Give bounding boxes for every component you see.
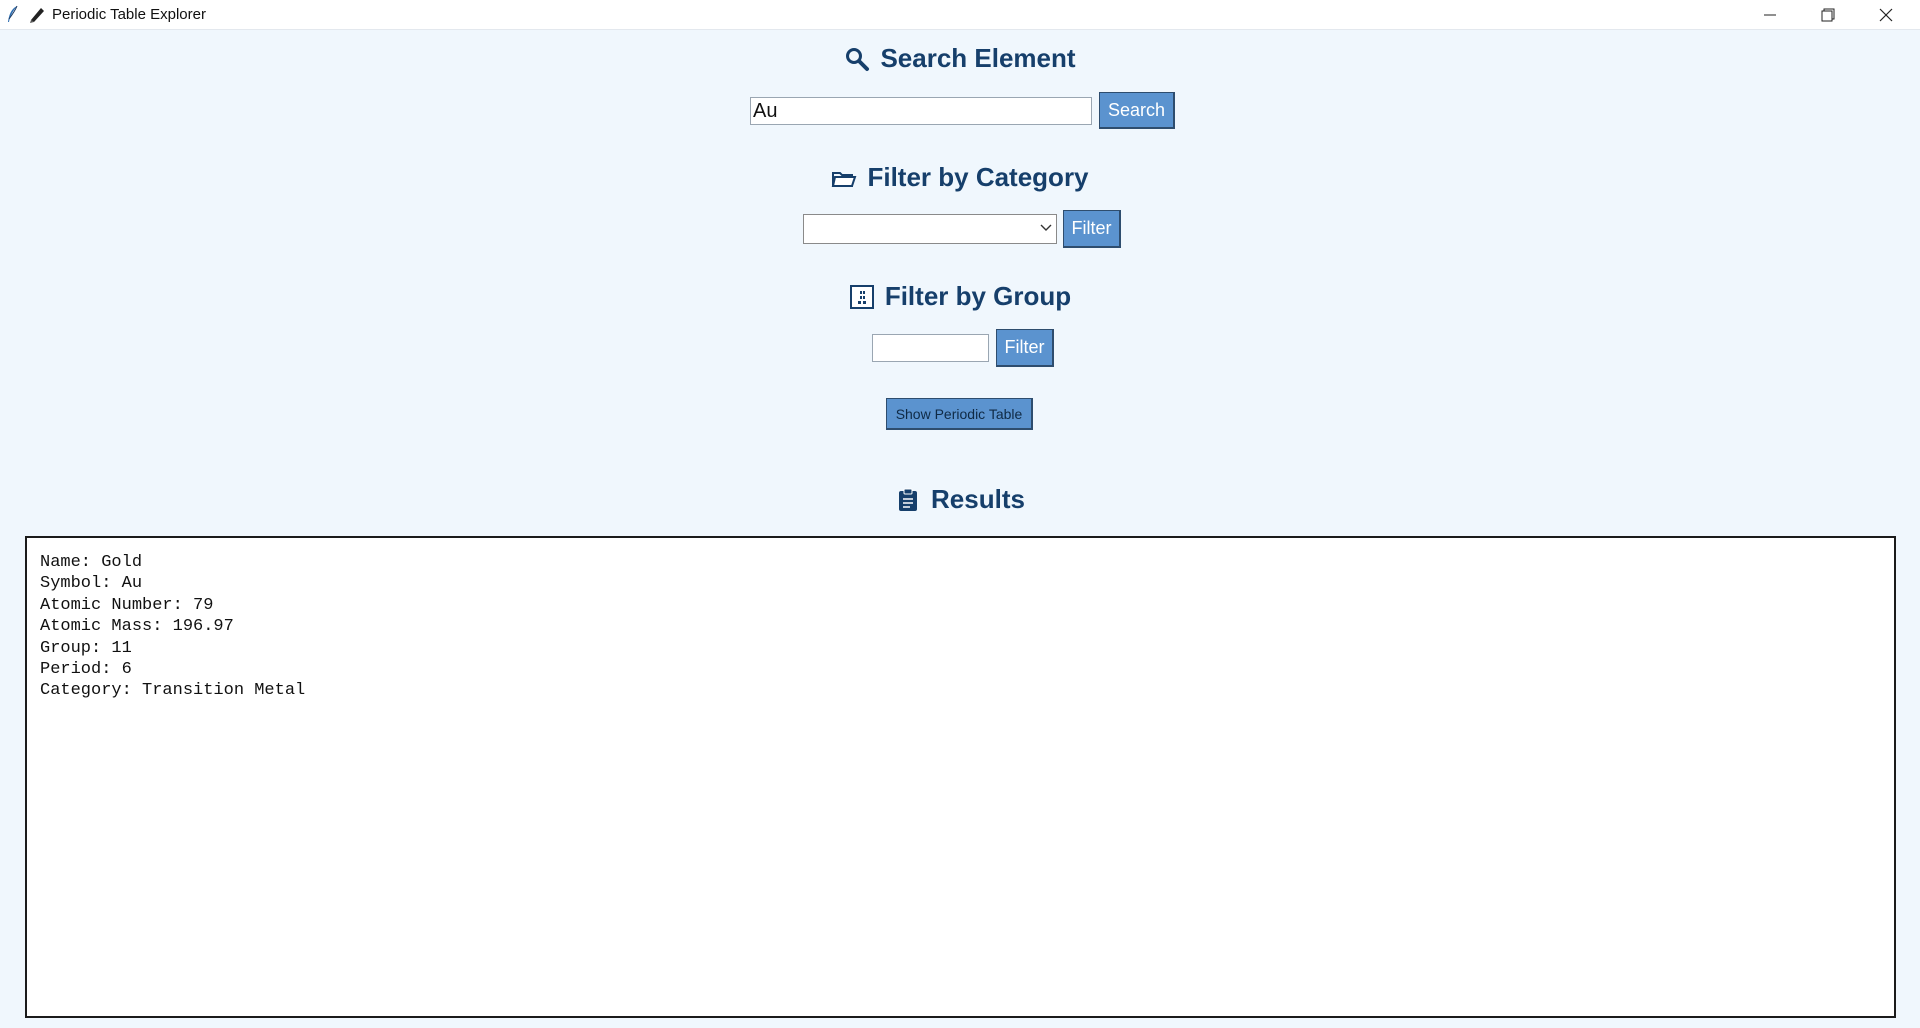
search-input[interactable] [750,97,1092,125]
minimize-icon [1764,14,1776,15]
result-line-symbol: Symbol: Au [40,574,143,594]
pen-icon [30,8,44,23]
search-section-title: Search Element [0,43,1920,74]
group-input[interactable] [872,334,989,362]
folder-icon [832,171,857,187]
search-button[interactable]: Search [1099,92,1175,129]
group-filter-button[interactable]: Filter [996,329,1054,367]
result-line-atomic-number: Atomic Number: 79 [40,595,214,615]
category-filter-button[interactable]: Filter [1063,210,1121,248]
results-section-title: Results [0,484,1920,515]
result-line-category: Category: Transition Metal [40,681,306,701]
restore-icon [1821,8,1835,21]
result-line-group: Group: 11 [40,638,132,658]
grid-icon [849,284,874,309]
show-periodic-table-button[interactable]: Show Periodic Table [886,398,1033,430]
close-button[interactable] [1858,0,1914,29]
result-line-name: Name: Gold [40,553,143,572]
feather-icon [8,5,18,22]
chevron-down-icon [1040,224,1052,231]
magnifier-icon [846,47,870,71]
results-heading: Results [931,484,1025,514]
clipboard-icon [899,488,918,511]
close-icon [1879,8,1893,21]
result-line-atomic-mass: Atomic Mass: 196.97 [40,617,234,637]
results-text-area[interactable]: Name: Gold Symbol: Au Atomic Number: 79 … [25,536,1896,1018]
restore-button[interactable] [1800,0,1856,29]
group-section-title: Filter by Group [0,281,1920,312]
group-heading: Filter by Group [884,281,1072,311]
search-heading: Search Element [880,43,1076,73]
category-section-title: Filter by Category [0,162,1920,193]
title-bar: Periodic Table Explorer [0,0,1920,30]
window-title: Periodic Table Explorer [52,6,206,23]
category-select[interactable] [803,214,1057,244]
category-heading: Filter by Category [867,162,1089,192]
result-line-period: Period: 6 [40,660,132,680]
minimize-button[interactable] [1742,0,1798,29]
